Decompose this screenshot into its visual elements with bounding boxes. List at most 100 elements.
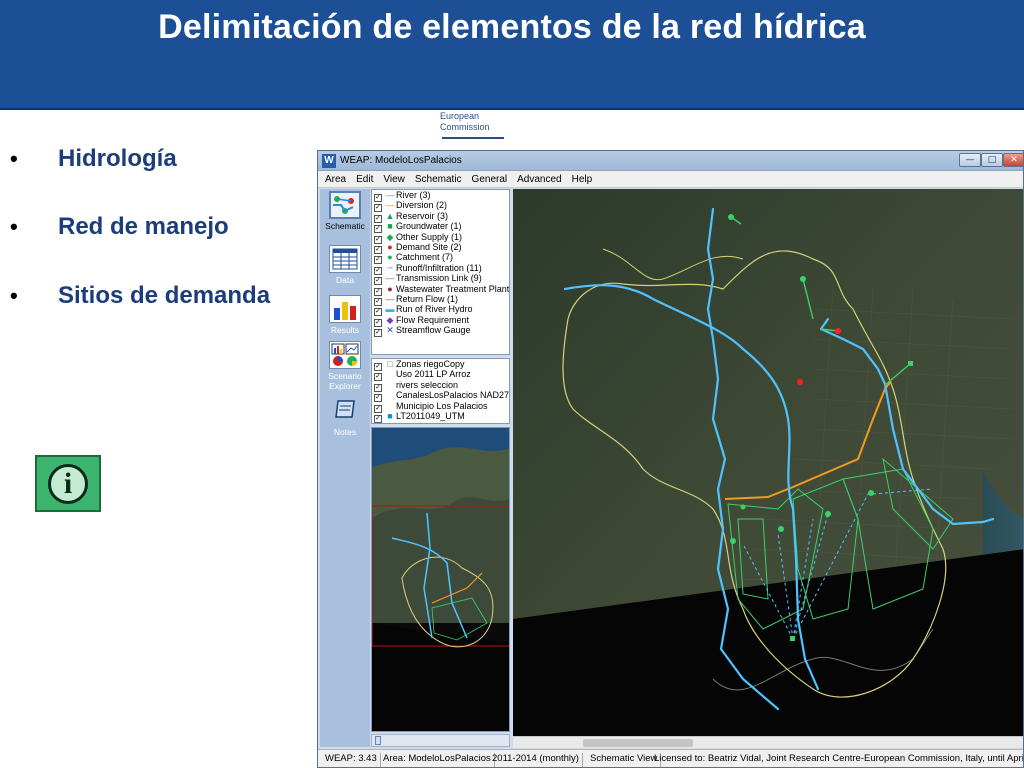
status-version: WEAP: 3.43 [322,753,381,767]
overview-map[interactable] [371,427,510,732]
legend-symbol-icon: ■ [387,410,393,421]
window-titlebar[interactable]: W WEAP: ModeloLosPalacios — □ ✕ [318,151,1023,171]
legend-object-row[interactable]: ✓ ● Catchment (7) [372,252,509,265]
legend-object-row[interactable]: ✓ ● Demand Site (2) [372,241,509,254]
legend-label: River (3) [396,190,431,200]
legend-symbol-icon: — [385,273,395,284]
schematic-icon [329,191,361,219]
legend-layer-row[interactable]: ✓ rivers seleccion [372,379,509,392]
close-button[interactable]: ✕ [1003,153,1023,167]
status-bar: WEAP: 3.43 Area: ModeloLosPalacios 2011-… [318,749,1024,767]
info-button[interactable]: i [35,455,101,512]
legend-label: rivers seleccion [396,379,459,390]
legend-object-row[interactable]: ✓ ✕ Streamflow Gauge [372,325,509,338]
legend-label: CanalesLosPalacios NAD27Ci [396,390,510,401]
window-title: WEAP: ModeloLosPalacios [340,155,462,166]
view-notes-label: Notes [333,427,357,437]
legend-layer-row[interactable]: ✓ Uso 2011 LP Arroz [372,369,509,382]
schematic-map[interactable] [513,189,1023,736]
map-scroll-thumb[interactable] [583,739,693,747]
legend-symbol-icon: □ [387,359,393,369]
legend-scroll-knob[interactable] [375,736,381,745]
menu-bar: Area Edit View Schematic General Advanced Help [318,171,1023,188]
legend-object-row[interactable]: ✓ ▬ Run of River Hydro [372,304,509,317]
menu-view[interactable]: View [376,171,408,185]
info-icon: i [48,463,88,504]
legend-objects-panel: ✓ — River (3) ✓ — Diversion (2) ✓ ▲ Reservoir (3… [371,189,510,355]
legend-object-row[interactable]: ✓ — River (3) [372,190,509,202]
view-scenario-label-line1: Scenario [328,371,362,381]
legend-symbol-icon: ▬ [385,304,395,315]
weap-window: W WEAP: ModeloLosPalacios — □ ✕ Area Edit… [317,150,1024,768]
legend-label: Streamflow Gauge [396,325,471,336]
legend-layer-row[interactable]: ✓ Municipio Los Palacios [372,400,509,413]
legend-object-row[interactable]: ✓ ● Wastewater Treatment Plant [372,283,510,296]
legend-label: Municipio Los Palacios [396,400,488,411]
legend-symbol-icon: ■ [387,221,393,232]
view-results-button[interactable]: Results [323,295,367,335]
legend-label: Other Supply (1) [396,231,463,242]
title-banner: Delimitación de elementos de la red hídr… [0,0,1024,110]
legend-label: Transmission Link (9) [396,273,482,284]
status-period: 2011-2014 (monthly) [489,753,583,767]
view-scenario-explorer-button[interactable]: Scenario Explorer [323,341,367,391]
menu-general[interactable]: General [465,171,511,185]
view-scenario-label: Scenario Explorer [323,371,367,391]
legend-object-row[interactable]: ✓ ◆ Other Supply (1) [372,231,509,244]
scenario-explorer-icon [329,341,361,369]
minimize-button[interactable]: — [959,153,981,167]
legend-layer-row[interactable]: ✓ CanalesLosPalacios NAD27Ci [372,390,510,403]
legend-object-row[interactable]: ✓ — Diversion (2) [372,200,509,213]
bullet-text: Sitios de demanda [58,282,271,309]
legend-symbol-icon: ▲ [385,210,395,221]
legend-label: Return Flow (1) [396,293,459,304]
maximize-button[interactable]: □ [981,153,1003,167]
menu-edit[interactable]: Edit [349,171,376,185]
legend-object-row[interactable]: ✓ ■ Groundwater (1) [372,221,509,234]
legend-label: Catchment (7) [396,252,454,263]
status-area: Area: ModeloLosPalacios [380,753,495,767]
legend-label: Run of River Hydro [396,304,473,315]
bullet-dot: • [10,214,18,239]
results-icon [329,295,361,323]
legend-symbol-icon: ● [387,252,393,263]
layer-checkbox[interactable]: ✓ [374,329,382,338]
bullet-hidrologia: • Hidrología [10,145,177,173]
legend-symbol-icon: ✕ [386,325,394,336]
legend-label: Diversion (2) [396,200,448,211]
legend-label: Runoff/Infiltration (11) [396,262,482,273]
status-license: Licensed to: Beatriz Vidal, Joint Resear… [654,753,1024,764]
legend-layer-row[interactable]: ✓ □ Zonas riegoCopy [372,359,509,371]
view-schematic-button[interactable]: Schematic [323,191,367,231]
bullet-text: Hidrología [58,145,177,172]
legend-object-row[interactable]: ✓ ◆ Flow Requirement [372,315,509,327]
legend-object-row[interactable]: ✓ — Return Flow (1) [372,293,509,306]
map-horizontal-scrollbar[interactable] [513,736,1023,748]
slide-title: Delimitación de elementos de la red hídr… [158,8,866,46]
legend-object-row[interactable]: ✓ — Transmission Link (9) [372,273,509,286]
legend-layer-row[interactable]: ✓ ■ LT2011049_UTM [372,410,509,423]
legend-symbol-icon: ╌ [387,262,393,273]
legend-symbol-icon: — [385,190,395,200]
menu-schematic[interactable]: Schematic [408,171,465,185]
menu-advanced[interactable]: Advanced [510,171,564,185]
menu-help[interactable]: Help [565,171,596,185]
legend-label: Demand Site (2) [396,241,462,252]
legend-label: Uso 2011 LP Arroz [396,369,471,380]
layer-checkbox[interactable]: ✓ [374,414,382,423]
legend-label: Zonas riegoCopy [396,359,465,369]
data-icon [329,245,361,273]
legend-scrollbar[interactable] [371,734,510,747]
view-bar: Schematic Data Results Scenario Explorer… [320,189,370,747]
legend-symbol-icon: ◆ [386,231,394,242]
bullet-red-de-manejo: • Red de manejo [10,213,229,241]
menu-area[interactable]: Area [318,171,349,185]
view-schematic-label: Schematic [325,221,365,231]
legend-object-row[interactable]: ✓ ▲ Reservoir (3) [372,210,509,223]
legend-label: Wastewater Treatment Plant [396,283,510,294]
legend-object-row[interactable]: ✓ ╌ Runoff/Infiltration (11) [372,262,509,275]
logo-rule [442,137,504,139]
legend-label: LT2011049_UTM [396,410,465,421]
view-data-button[interactable]: Data [323,245,367,285]
view-notes-button[interactable]: Notes [323,397,367,437]
